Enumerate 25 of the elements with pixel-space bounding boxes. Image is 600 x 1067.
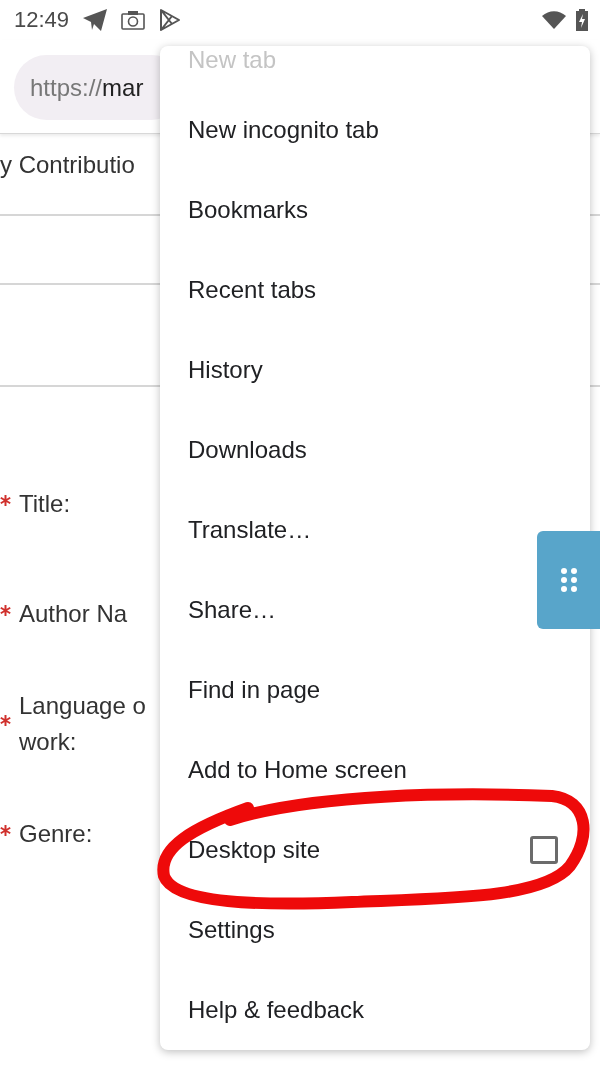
field-label: Author Na (19, 599, 128, 629)
wifi-icon (542, 11, 566, 29)
menu-item[interactable]: Help & feedback (160, 970, 532, 1050)
field-label: Title: (19, 489, 71, 519)
checkbox[interactable] (530, 836, 558, 864)
menu-item[interactable]: Translate… (160, 490, 532, 570)
page-heading: y Contributio (0, 151, 135, 178)
camera-icon (121, 10, 146, 30)
grip-dots-icon (560, 568, 577, 592)
menu-item[interactable]: Find in page (160, 650, 532, 730)
menu-item[interactable]: Downloads (160, 410, 532, 490)
menu-item[interactable]: Share… (160, 570, 532, 650)
menu-item[interactable]: Bookmarks (160, 170, 532, 250)
menu-item[interactable]: Desktop site (160, 810, 590, 890)
play-triangle-icon (159, 8, 182, 32)
field-label: Genre: (19, 819, 93, 849)
battery-charging-icon (576, 9, 588, 31)
menu-item[interactable]: Settings (160, 890, 532, 970)
floating-handle-button[interactable] (537, 531, 600, 629)
menu-item[interactable]: History (160, 330, 532, 410)
paper-plane-icon (83, 9, 108, 31)
field-label: Language o work: (19, 691, 146, 757)
menu-item[interactable]: Recent tabs (160, 250, 532, 330)
status-time: 12:49 (14, 7, 70, 33)
menu-item[interactable]: Add to Home screen (160, 730, 532, 810)
